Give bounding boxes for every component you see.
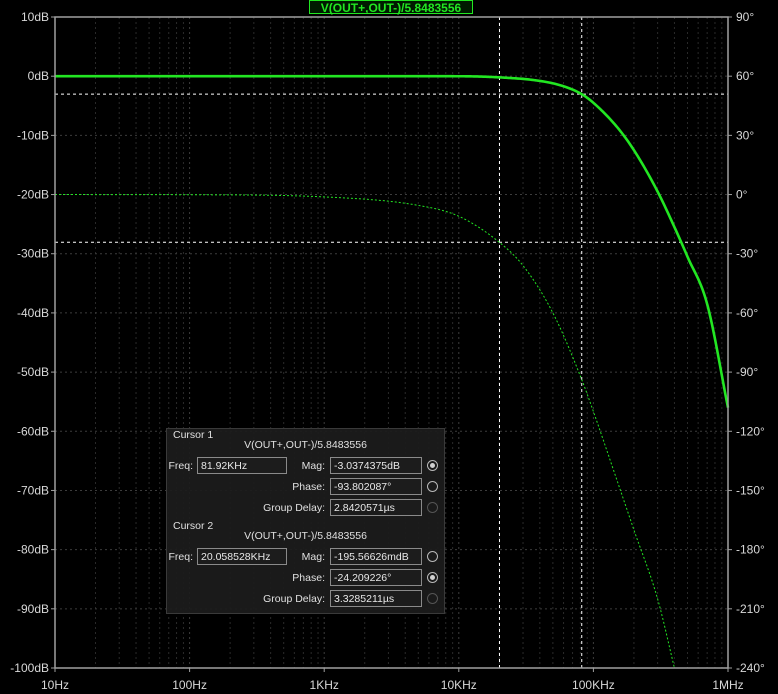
cursor2-mag-label: Mag: (301, 551, 325, 563)
x-tick-label: 100Hz (172, 678, 207, 692)
y-tick-label-right: 30° (736, 128, 754, 142)
cursor2-phase-label: Phase: (292, 572, 325, 584)
cursor2-freq-field[interactable]: 20.058528KHz (197, 548, 287, 565)
cursor2-section: Cursor 2 V(OUT+,OUT-)/5.8483556 Freq: 20… (167, 520, 444, 612)
cursor1-gd-label: Group Delay: (263, 502, 325, 514)
cursor1-freq-field[interactable]: 81.92KHz (197, 457, 287, 474)
cursor1-freq-label: Freq: (168, 460, 193, 472)
cursor2-gd-field[interactable]: 3.3285211µs (330, 590, 422, 607)
cursor-panel[interactable]: Cursor 1 V(OUT+,OUT-)/5.8483556 Freq: 81… (166, 428, 445, 614)
x-tick-label: 100KHz (572, 678, 615, 692)
x-tick-label: 1KHz (310, 678, 339, 692)
y-tick-label-right: -120° (736, 424, 765, 438)
y-tick-label-right: -30° (736, 247, 758, 261)
cursor2-mag-field[interactable]: -195.56626mdB (330, 548, 422, 565)
y-tick-label-left: -80dB (17, 543, 49, 557)
y-tick-label-right: -60° (736, 306, 758, 320)
y-tick-label-right: 90° (736, 10, 754, 24)
x-tick-label: 10KHz (441, 678, 477, 692)
cursor1-gd-radio[interactable] (427, 502, 438, 513)
y-tick-label-right: 60° (736, 69, 754, 83)
y-tick-label-right: -180° (736, 543, 765, 557)
trace-title[interactable]: V(OUT+,OUT-)/5.8483556 (309, 0, 473, 15)
y-tick-label-left: -20dB (17, 188, 49, 202)
cursor1-mag-label: Mag: (301, 460, 325, 472)
y-tick-label-right: -210° (736, 602, 765, 616)
y-tick-label-right: 0° (736, 188, 748, 202)
y-tick-label-right: -150° (736, 483, 765, 497)
y-tick-label-left: -40dB (17, 306, 49, 320)
y-tick-label-right: -240° (736, 661, 765, 675)
y-tick-label-left: -10dB (17, 128, 49, 142)
y-tick-label-left: -70dB (17, 483, 49, 497)
y-tick-label-left: -90dB (17, 602, 49, 616)
y-tick-label-left: -30dB (17, 247, 49, 261)
cursor1-phase-label: Phase: (292, 481, 325, 493)
y-tick-label-left: -100dB (10, 661, 49, 675)
y-tick-label-left: 10dB (21, 10, 49, 24)
y-tick-label-left: 0dB (28, 69, 49, 83)
cursor2-freq-label: Freq: (168, 551, 193, 563)
cursor2-phase-field[interactable]: -24.209226° (330, 569, 422, 586)
cursor1-mag-radio[interactable] (427, 460, 438, 471)
cursor2-phase-radio[interactable] (427, 572, 438, 583)
y-tick-label-left: -60dB (17, 424, 49, 438)
cursor1-expr: V(OUT+,OUT-)/5.8483556 (244, 439, 367, 451)
cursor1-phase-field[interactable]: -93.802087° (330, 478, 422, 495)
cursor2-mag-radio[interactable] (427, 551, 438, 562)
cursor2-expr: V(OUT+,OUT-)/5.8483556 (244, 530, 367, 542)
x-tick-label: 1MHz (712, 678, 743, 692)
cursor2-gd-label: Group Delay: (263, 593, 325, 605)
y-tick-label-right: -90° (736, 365, 758, 379)
x-tick-label: 10Hz (41, 678, 69, 692)
cursor1-gd-field[interactable]: 2.8420571µs (330, 499, 422, 516)
cursor1-mag-field[interactable]: -3.0374375dB (330, 457, 422, 474)
y-tick-label-left: -50dB (17, 365, 49, 379)
cursor1-phase-radio[interactable] (427, 481, 438, 492)
cursor1-section: Cursor 1 V(OUT+,OUT-)/5.8483556 Freq: 81… (167, 429, 444, 521)
cursor2-gd-radio[interactable] (427, 593, 438, 604)
